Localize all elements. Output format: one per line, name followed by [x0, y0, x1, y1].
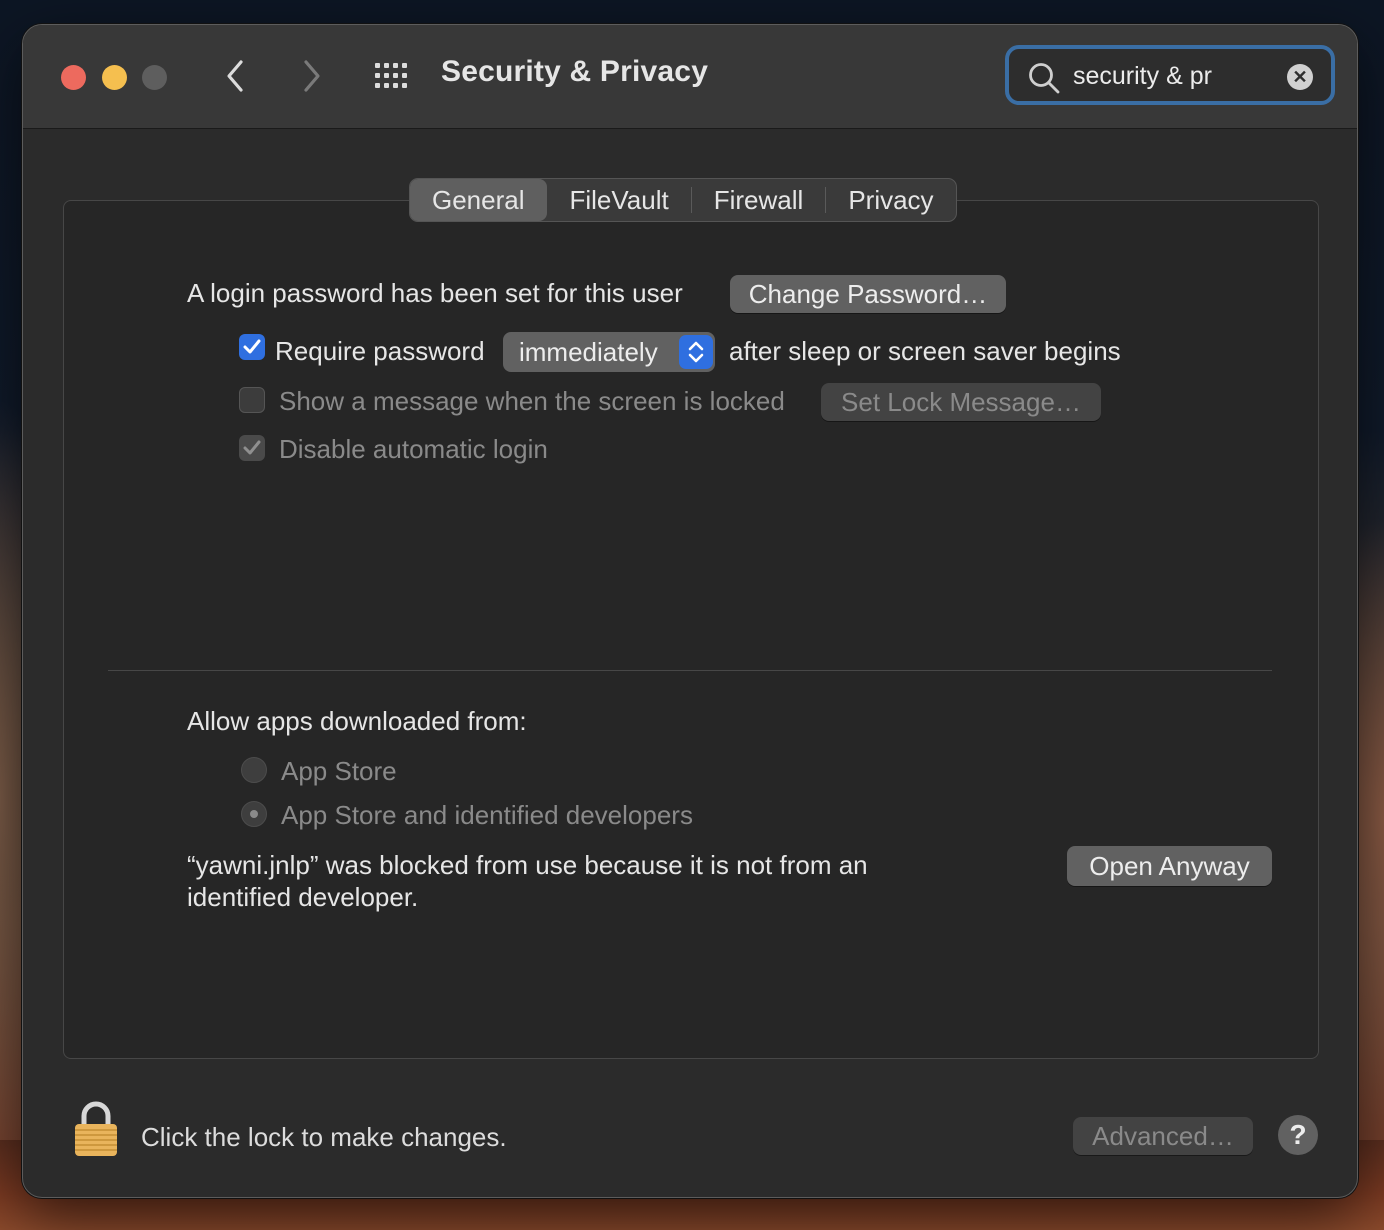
blocked-app-message-line1: “yawni.jnlp” was blocked from use becaus… [187, 850, 868, 880]
radio-app-store[interactable] [241, 757, 267, 783]
require-password-label: Require password [275, 336, 485, 366]
require-password-checkbox[interactable] [239, 334, 265, 360]
back-arrow-icon[interactable] [221, 59, 251, 93]
show-message-checkbox[interactable] [239, 387, 265, 413]
zoom-window-button[interactable] [142, 65, 167, 90]
clear-search-icon[interactable]: ✕ [1287, 64, 1313, 90]
blocked-app-message-line2: identified developer. [187, 882, 419, 912]
forward-arrow-icon[interactable] [296, 59, 326, 93]
search-icon [1027, 61, 1061, 100]
help-button[interactable]: ? [1278, 1115, 1318, 1155]
preferences-window: Security & Privacy security & pr ✕ Gener… [22, 24, 1358, 1198]
open-anyway-button[interactable]: Open Anyway [1067, 846, 1272, 886]
title-bar: Security & Privacy security & pr ✕ [23, 25, 1357, 129]
radio-app-store-label: App Store [281, 756, 397, 786]
tab-general[interactable]: General [410, 179, 547, 221]
radio-app-store-identified-label: App Store and identified developers [281, 800, 693, 830]
require-password-suffix: after sleep or screen saver begins [729, 336, 1121, 366]
lock-hint-text: Click the lock to make changes. [141, 1122, 507, 1152]
search-field[interactable]: security & pr ✕ [1005, 45, 1335, 105]
login-password-label: A login password has been set for this u… [187, 278, 683, 308]
close-window-button[interactable] [61, 65, 86, 90]
show-message-label: Show a message when the screen is locked [279, 386, 785, 416]
minimize-window-button[interactable] [102, 65, 127, 90]
section-divider [108, 670, 1272, 671]
window-title: Security & Privacy [441, 55, 709, 88]
require-password-delay-select[interactable]: immediately [503, 332, 715, 372]
tab-privacy[interactable]: Privacy [826, 179, 955, 221]
tab-bar: General FileVault Firewall Privacy [409, 178, 957, 222]
change-password-button[interactable]: Change Password… [730, 275, 1006, 313]
disable-auto-login-label: Disable automatic login [279, 434, 548, 464]
allow-apps-heading: Allow apps downloaded from: [187, 706, 527, 736]
set-lock-message-button[interactable]: Set Lock Message… [821, 383, 1101, 421]
tab-firewall[interactable]: Firewall [692, 179, 826, 221]
up-down-chevron-icon [679, 335, 713, 369]
select-value: immediately [519, 337, 658, 367]
show-all-grid-icon[interactable] [373, 61, 413, 91]
tab-filevault[interactable]: FileVault [548, 179, 691, 221]
advanced-button[interactable]: Advanced… [1073, 1117, 1253, 1155]
search-input[interactable]: security & pr [1073, 62, 1212, 91]
general-pane [63, 200, 1319, 1059]
padlock-icon[interactable] [73, 1100, 119, 1163]
disable-auto-login-checkbox[interactable] [239, 435, 265, 461]
radio-app-store-identified[interactable] [241, 801, 267, 827]
